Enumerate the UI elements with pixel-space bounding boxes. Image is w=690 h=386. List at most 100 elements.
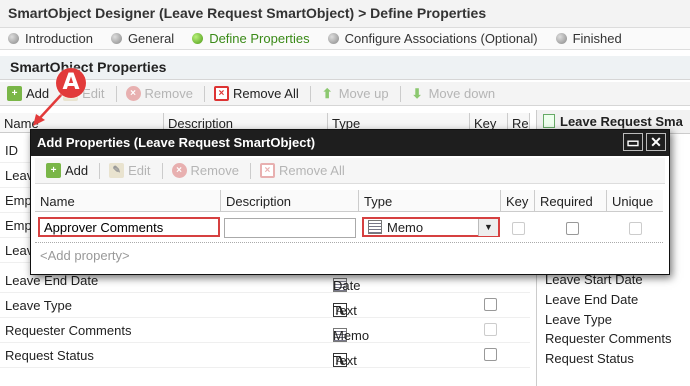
dialog-add-button[interactable]: + Add — [43, 163, 91, 178]
row-divider — [35, 242, 663, 243]
row-name: Leave End Date — [5, 273, 99, 288]
property-type-select[interactable]: Memo ▼ — [362, 217, 500, 237]
property-description-input[interactable] — [224, 218, 356, 238]
edit-icon: ✎ — [109, 163, 125, 178]
step-dot-icon — [327, 33, 339, 44]
dialog-column-header-unique[interactable]: Unique — [607, 190, 663, 212]
step-dot-icon — [555, 33, 567, 44]
row-name: Request Status — [5, 348, 94, 363]
arrow-down-icon: ⬇ — [411, 85, 423, 101]
remove-button[interactable]: × Remove — [123, 86, 196, 101]
tree-item[interactable]: Leave End Date — [545, 292, 638, 307]
dialog-remove-all-label: Remove All — [278, 163, 345, 178]
step-define-properties[interactable]: Define Properties — [192, 31, 310, 46]
dialog-column-header-key[interactable]: Key — [501, 190, 535, 212]
step-label: Configure Associations (Optional) — [344, 31, 538, 46]
dialog-add-label: Add — [65, 163, 89, 178]
dialog-column-header-type[interactable]: Type — [359, 190, 501, 212]
step-general[interactable]: General — [110, 31, 175, 46]
section-title: SmartObject Properties — [0, 56, 690, 80]
remove-icon: × — [171, 163, 187, 178]
dropdown-arrow-icon[interactable]: ▼ — [478, 219, 498, 236]
dialog-edit-label: Edit — [128, 163, 151, 178]
key-checkbox[interactable] — [512, 222, 525, 235]
row-name: Requester Comments — [5, 323, 132, 338]
move-up-button[interactable]: ⬆ Move up — [317, 85, 392, 102]
move-down-button[interactable]: ⬇ Move down — [407, 85, 498, 102]
step-introduction[interactable]: Introduction — [8, 31, 93, 46]
window-title: SmartObject Designer (Leave Request Smar… — [0, 0, 690, 28]
row-type-label: Text — [333, 303, 357, 318]
table-row[interactable]: Requester Comments Memo — [0, 318, 530, 343]
table-row[interactable]: Leave Type A Text — [0, 293, 530, 318]
toolbar-divider — [203, 85, 205, 102]
table-row[interactable]: Request Status A Text — [0, 343, 530, 368]
step-label: Define Properties — [209, 31, 310, 46]
step-label: Finished — [572, 31, 622, 46]
property-type-value: Memo — [387, 220, 424, 235]
key-checkbox[interactable] — [484, 323, 497, 336]
step-dot-icon — [192, 33, 204, 44]
add-properties-dialog: Add Properties (Leave Request SmartObjec… — [30, 129, 670, 275]
remove-all-button[interactable]: × Remove All — [211, 86, 302, 101]
remove-label: Remove — [144, 86, 193, 101]
move-up-label: Move up — [338, 86, 389, 101]
add-icon: + — [7, 86, 22, 101]
toolbar-divider — [309, 85, 311, 102]
step-configure-associations[interactable]: Configure Associations (Optional) — [327, 31, 538, 46]
step-dot-icon — [110, 33, 122, 44]
dialog-column-header-required[interactable]: Required — [535, 190, 607, 212]
toolbar-divider — [99, 162, 101, 179]
dialog-column-header-name[interactable]: Name — [35, 190, 221, 212]
unique-checkbox[interactable] — [629, 222, 642, 235]
step-label: Introduction — [25, 31, 93, 46]
object-tree-title-text: Leave Request Sma — [560, 114, 683, 129]
add-button[interactable]: + Add — [4, 86, 52, 101]
toolbar-divider — [161, 162, 163, 179]
row-type-label: Memo — [333, 328, 370, 343]
close-icon[interactable]: ✕ — [646, 133, 666, 151]
tree-item[interactable]: Leave Type — [545, 312, 612, 327]
add-icon: + — [46, 163, 61, 178]
add-label: Add — [26, 86, 50, 101]
add-property-placeholder[interactable]: <Add property> — [40, 248, 130, 263]
row-name: Leave Type — [5, 298, 72, 313]
dialog-edit-button[interactable]: ✎ Edit — [106, 163, 153, 178]
dialog-title-bar[interactable]: Add Properties (Leave Request SmartObjec… — [31, 130, 669, 156]
key-checkbox[interactable] — [484, 298, 497, 311]
tree-item[interactable]: Request Status — [545, 351, 634, 366]
dialog-remove-all-button[interactable]: × Remove All — [257, 163, 348, 178]
remove-icon: × — [125, 86, 141, 101]
row-type-label: Date — [333, 278, 361, 293]
remove-all-icon: × — [213, 86, 229, 101]
row-name: ID — [5, 143, 18, 158]
move-down-label: Move down — [428, 86, 496, 101]
remove-all-icon: × — [259, 163, 275, 178]
step-label: General — [127, 31, 175, 46]
key-checkbox[interactable] — [484, 348, 497, 361]
row-name: Emp — [5, 218, 32, 233]
property-name-input[interactable] — [38, 217, 220, 237]
dialog-title: Add Properties (Leave Request SmartObjec… — [37, 135, 316, 150]
arrow-up-icon: ⬆ — [321, 85, 333, 101]
smartobject-icon — [543, 114, 555, 128]
dialog-remove-button[interactable]: × Remove — [169, 163, 242, 178]
toolbar-divider — [399, 85, 401, 102]
dialog-toolbar: + Add ✎ Edit × Remove × Remove All — [35, 158, 665, 184]
row-type-label: Text — [333, 353, 357, 368]
required-checkbox[interactable] — [566, 222, 579, 235]
annotation-marker: A — [56, 68, 86, 98]
remove-all-label: Remove All — [232, 86, 299, 101]
row-name: Emp — [5, 193, 32, 208]
dialog-column-header-description[interactable]: Description — [221, 190, 359, 212]
step-dot-icon — [8, 33, 19, 44]
toolbar-divider — [115, 85, 117, 102]
maximize-icon[interactable]: ▭ — [623, 133, 643, 151]
dialog-remove-label: Remove — [190, 163, 239, 178]
edit-label: Edit — [82, 86, 105, 101]
tree-item[interactable]: Requester Comments — [545, 331, 671, 346]
step-finished[interactable]: Finished — [555, 31, 622, 46]
wizard-steps: Introduction General Define Properties C… — [0, 28, 690, 50]
toolbar-divider — [249, 162, 251, 179]
memo-type-icon — [368, 220, 382, 234]
